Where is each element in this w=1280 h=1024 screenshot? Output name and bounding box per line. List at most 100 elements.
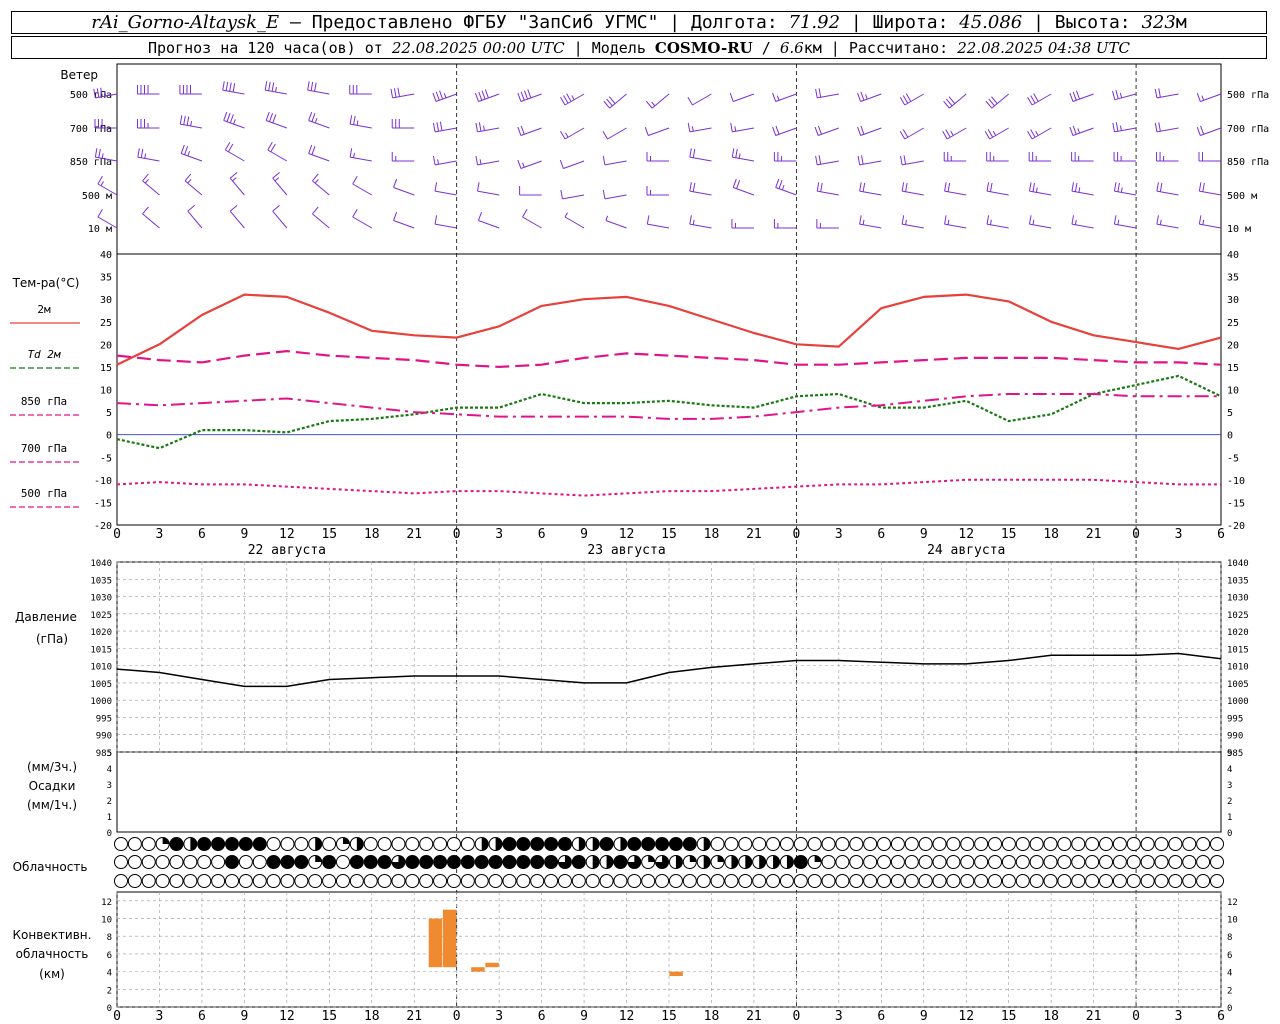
legend-label-t700: 700 гПа [21,442,67,455]
wind-barb-feather [905,219,907,225]
wind-barb [137,148,160,162]
cloud-symbol [294,837,309,851]
wind-barb-feather [947,219,950,225]
wind-barb-feather [772,126,777,136]
wind-barb [985,93,1010,109]
wind-barb [1071,182,1094,196]
wind-barb-staff [775,127,797,136]
cloud-symbol [1071,837,1086,851]
pressure-y-tick: 1005 [90,680,112,690]
wind-barb [349,148,372,162]
wind-barb-feather [563,95,569,104]
wind-barb-feather [775,125,780,135]
wind-barb-feather [1200,125,1205,135]
cloud-symbol [613,874,628,888]
cloud-circle [197,855,212,869]
day-label: 24 августа [927,543,1005,558]
wind-barb [564,212,585,229]
cloud-symbol [502,837,517,851]
x-tick-label: 3 [156,527,164,542]
cloud-circle [960,874,975,888]
cloud-symbol [363,855,378,869]
cloud-circle [890,837,905,851]
wind-barb [187,204,203,229]
cloud-circle [1196,874,1211,888]
cloud-symbol [1182,874,1197,888]
wind-barb-feather [1032,182,1036,192]
cloud-symbol [779,874,794,888]
cloud-circle [918,855,933,869]
temp-y-tick: 25 [100,318,112,329]
cloud-symbol [779,855,794,869]
wind-barb-feather [179,115,183,125]
wind-barb [1156,215,1179,229]
cloud-circle [974,855,989,869]
wind-barb-staff [187,210,203,229]
cloud-circle [516,874,531,888]
cloud-fill [253,837,267,851]
cloud-symbol [183,837,198,851]
wind-barb-feather [1069,126,1074,136]
wind-barb [179,85,202,95]
cloud-circle [807,874,822,888]
cloud-fill [225,837,239,851]
cloud-circle [1043,874,1058,888]
wind-barb [1112,122,1137,133]
cloud-fill [773,855,780,869]
conv-y-tick-right: 6 [1227,951,1232,961]
wind-barb [687,122,712,133]
wind-barb-feather [689,182,692,192]
cloud-symbol [585,855,600,869]
cloud-symbol [960,855,975,869]
x-tick-label-bottom: 12 [279,1009,295,1024]
pressure-y-tick-right: 1020 [1227,628,1249,638]
wind-barb-feather [190,121,193,127]
cloud-symbol [988,874,1003,888]
cloud-circle [1029,874,1044,888]
precip-y-tick: 4 [107,765,112,775]
wind-barb [349,115,372,129]
cloud-circle [1085,837,1100,851]
cloud-fill [342,837,350,844]
wind-barb [857,91,882,102]
cloud-fill [489,855,503,869]
x-tick-label-bottom: 15 [661,1009,677,1024]
cloud-circle [932,855,947,869]
x-tick-label-bottom: 21 [406,1009,422,1024]
cloud-symbol [1182,837,1197,851]
wind-barb-feather [435,91,440,101]
wind-barb-staff [692,93,712,106]
cloud-symbol [252,837,267,851]
wind-barb [729,92,755,102]
wind-barb-feather [432,122,436,132]
cloud-fill [516,837,530,851]
cloud-fill [322,855,336,869]
cloud-symbol [1210,837,1224,851]
cloud-circle [779,874,794,888]
wind-barb-feather [97,208,103,218]
cloud-circle [904,855,919,869]
wind-barb-feather [775,178,780,188]
cloud-symbol [1154,874,1169,888]
cloud-fill [627,837,641,851]
wind-barb-feather [1028,215,1032,225]
cloud-symbol [752,837,767,851]
cloud-symbol [1015,855,1030,869]
wind-barb [432,155,457,166]
cloud-symbol [1112,874,1127,888]
pressure-y-tick-right: 1035 [1227,576,1249,586]
cloud-symbol [488,874,503,888]
wind-barb-feather [267,141,273,151]
cloud-circle [1015,855,1030,869]
cloud-circle [863,837,878,851]
cloud-symbol [322,837,337,851]
wind-barb-staff [989,127,1009,140]
wind-level-label: 10 м [88,224,112,235]
cloud-circle [752,837,767,851]
cloud-symbol [571,837,586,851]
wind-barb-feather [862,182,866,192]
wind-barb-feather [1115,122,1119,132]
wind-barb-feather [272,171,280,179]
wind-barb-feather [990,182,993,192]
cloud-symbol [668,874,683,888]
